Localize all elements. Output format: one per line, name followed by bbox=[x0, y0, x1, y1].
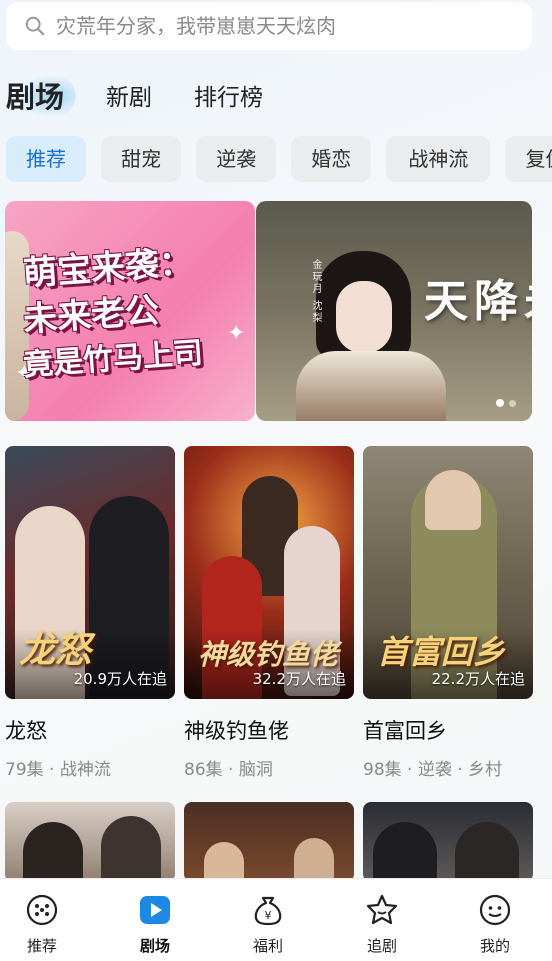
watcher-count: 32.2万人在追 bbox=[252, 670, 346, 688]
drama-poster[interactable]: 龙怒 20.9万人在追 bbox=[5, 446, 175, 699]
nav-label: 剧场 bbox=[139, 937, 170, 955]
star-icon bbox=[366, 894, 398, 925]
banner-card[interactable]: ✦ ✦ 萌宝来袭： 未来老公 竟是竹马上司 bbox=[5, 201, 255, 421]
drama-poster[interactable] bbox=[5, 802, 175, 882]
banner-title: 萌宝来袭： 未来老公 竟是竹马上司 bbox=[22, 242, 255, 383]
drama-name[interactable]: 首富回乡 bbox=[363, 715, 533, 745]
nav-label: 我的 bbox=[479, 937, 510, 955]
money-bag-icon: ¥ bbox=[254, 896, 282, 926]
nav-welfare[interactable]: ¥ 福利 bbox=[228, 893, 308, 956]
nav-follow[interactable]: 追剧 bbox=[342, 893, 422, 956]
chip-sweet-romance[interactable]: 甜宠 bbox=[101, 136, 182, 182]
poster-figure bbox=[204, 842, 244, 882]
chip-comeback[interactable]: 逆袭 bbox=[196, 136, 277, 182]
drama-name[interactable]: 神级钓鱼佬 bbox=[184, 715, 354, 745]
watcher-count: 22.2万人在追 bbox=[431, 670, 525, 688]
dice-icon bbox=[26, 894, 58, 926]
poster-title: 首富回乡 bbox=[377, 633, 506, 671]
bottom-nav: 推荐 剧场 ¥ 福利 追剧 我的 bbox=[0, 878, 552, 961]
poster-figure bbox=[294, 838, 334, 882]
drama-card[interactable]: 首富回乡 22.2万人在追 首富回乡 98集 · 逆袭 · 乡村 bbox=[363, 446, 533, 780]
chip-recommend[interactable]: 推荐 bbox=[6, 136, 86, 182]
drama-meta: 98集 · 逆袭 · 乡村 bbox=[363, 760, 503, 780]
svg-text:¥: ¥ bbox=[265, 909, 272, 922]
carousel-dot bbox=[509, 399, 516, 407]
drama-name[interactable]: 龙怒 bbox=[5, 715, 175, 745]
watcher-count: 20.9万人在追 bbox=[73, 670, 167, 688]
banner-cast-text: 金玩月 沈梨 bbox=[310, 259, 321, 325]
carousel-indicator bbox=[496, 399, 516, 407]
chip-revenge[interactable]: 复仇 bbox=[505, 136, 552, 182]
drama-poster[interactable] bbox=[184, 802, 354, 882]
search-input[interactable] bbox=[56, 14, 496, 38]
poster-figure bbox=[455, 822, 519, 882]
play-icon bbox=[140, 896, 170, 924]
drama-poster[interactable] bbox=[363, 802, 533, 882]
drama-meta: 86集 · 脑洞 bbox=[184, 760, 273, 780]
drama-poster[interactable]: 首富回乡 22.2万人在追 bbox=[363, 446, 533, 699]
category-chips: 推荐 甜宠 逆袭 婚恋 战神流 复仇 bbox=[6, 136, 552, 182]
nav-profile[interactable]: 我的 bbox=[455, 893, 535, 956]
top-tabs: 剧场 新剧 排行榜 bbox=[0, 72, 552, 122]
tab-theater[interactable]: 剧场 bbox=[6, 74, 64, 116]
drama-meta: 79集 · 战神流 bbox=[5, 760, 111, 780]
banner-person-body bbox=[296, 351, 446, 421]
tab-new-drama[interactable]: 新剧 bbox=[106, 78, 152, 112]
nav-theater[interactable]: 剧场 bbox=[115, 893, 195, 956]
poster-title: 神级钓鱼佬 bbox=[198, 638, 339, 671]
banner-title: 天降未 bbox=[424, 276, 532, 327]
search-bar[interactable] bbox=[6, 2, 532, 50]
nav-recommend[interactable]: 推荐 bbox=[2, 893, 82, 956]
poster-figure bbox=[373, 822, 437, 882]
carousel-dot bbox=[496, 399, 504, 407]
banner-person-face bbox=[336, 281, 392, 353]
poster-figure bbox=[23, 822, 83, 882]
poster-title: 龙怒 bbox=[19, 630, 92, 671]
drama-card[interactable]: 神级钓鱼佬 32.2万人在追 神级钓鱼佬 86集 · 脑洞 bbox=[184, 446, 354, 780]
nav-label: 追剧 bbox=[366, 937, 397, 955]
banner-card[interactable]: 金玩月 沈梨 天降未 bbox=[256, 201, 532, 421]
poster-figure bbox=[101, 816, 161, 882]
drama-card[interactable]: 龙怒 20.9万人在追 龙怒 79集 · 战神流 bbox=[5, 446, 175, 780]
nav-label: 福利 bbox=[252, 937, 283, 955]
chip-war-god[interactable]: 战神流 bbox=[386, 136, 491, 182]
search-icon bbox=[25, 16, 45, 36]
poster-face bbox=[425, 470, 481, 530]
nav-label: 推荐 bbox=[26, 937, 57, 955]
smile-icon bbox=[479, 894, 511, 926]
drama-poster[interactable]: 神级钓鱼佬 32.2万人在追 bbox=[184, 446, 354, 699]
tab-ranking[interactable]: 排行榜 bbox=[194, 78, 263, 112]
chip-marriage[interactable]: 婚恋 bbox=[291, 136, 372, 182]
